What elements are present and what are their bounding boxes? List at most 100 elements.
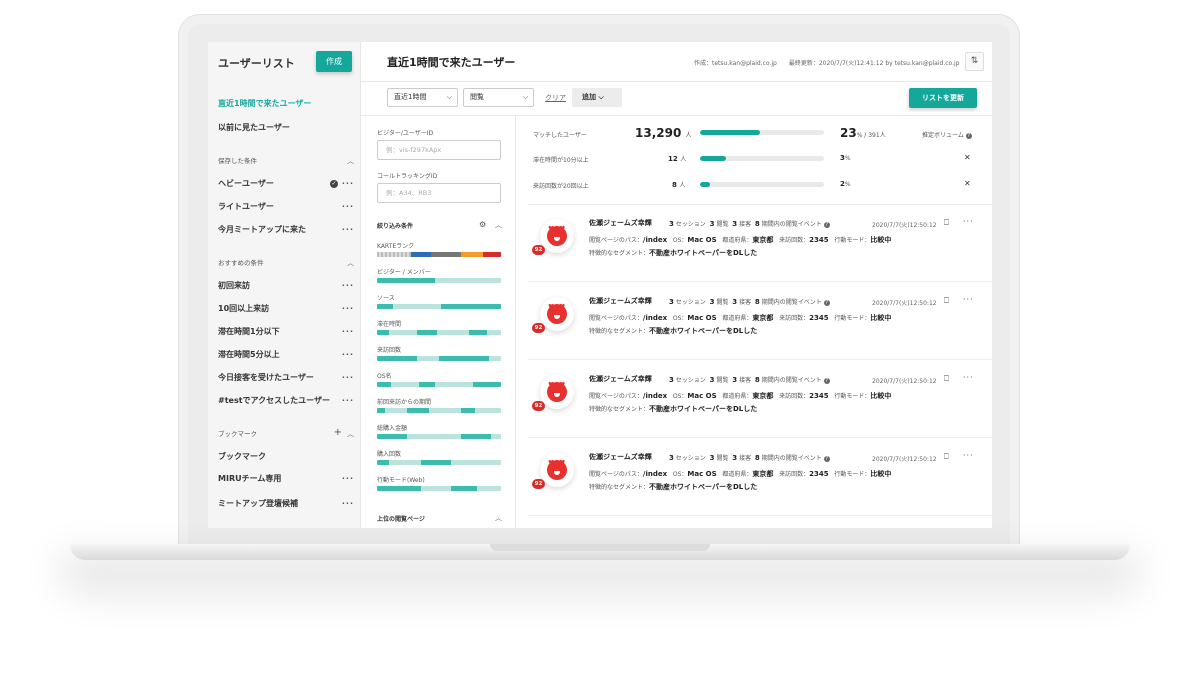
user-details: 閲覧ページのパス：/index OS：Mac OS 都道府県：東京都 来訪回数：… <box>589 469 891 479</box>
more-icon[interactable]: ··· <box>342 349 354 361</box>
visitor-member-bar[interactable] <box>377 278 501 283</box>
more-icon[interactable]: ··· <box>342 395 354 407</box>
more-icon[interactable]: ··· <box>342 498 354 510</box>
behavior-mode-bar[interactable] <box>377 486 501 491</box>
more-icon[interactable]: ··· <box>963 373 974 382</box>
info-icon[interactable]: ? <box>823 221 830 228</box>
more-icon[interactable]: ··· <box>342 224 354 236</box>
filter-label: 前回来訪からの期間 <box>377 399 432 406</box>
bookmark-icon[interactable]: ⎕ <box>944 296 949 306</box>
chevron-up-icon[interactable]: ︿ <box>495 220 502 230</box>
total-purchase-bar[interactable] <box>377 434 501 439</box>
type-select[interactable]: 閲覧 ⌵ <box>463 88 534 107</box>
sidebar-item-test-access[interactable]: #testでアクセスしたユーザー ··· <box>218 395 354 407</box>
sidebar-item-contacted-today[interactable]: 今日接客を受けたユーザー ··· <box>218 372 354 384</box>
source-bar[interactable] <box>377 304 501 309</box>
user-card[interactable]: ♥ ♥ 92 佐瀬ジェームズ幸輝 3 セッション 3 閲覧 3 接客 8 期間内… <box>528 361 992 438</box>
user-card[interactable]: ♥ ♥ 92 佐瀬ジェームズ幸輝 3 セッション 3 閲覧 3 接客 8 期間内… <box>528 439 992 516</box>
karte-rank-bar[interactable] <box>377 252 501 257</box>
sidebar-item-recent-hour[interactable]: 直近1時間で来たユーザー <box>218 98 354 110</box>
close-icon[interactable]: ✕ <box>964 153 971 162</box>
since-last-visit-bar[interactable] <box>377 408 501 413</box>
more-icon[interactable]: ··· <box>963 451 974 460</box>
saved-section-header[interactable]: 保存した条件 ︿ <box>218 156 354 166</box>
pref-value: 東京都 <box>752 392 774 400</box>
sidebar-item-stay-5min[interactable]: 滞在時間5分以上 ··· <box>218 349 354 361</box>
plus-icon[interactable]: + <box>334 428 342 438</box>
sidebar-item-stay-1min[interactable]: 滞在時間1分以下 ··· <box>218 326 354 338</box>
sidebar-item-heavy-user[interactable]: ヘビーユーザー ✓ ··· <box>218 178 354 190</box>
more-icon[interactable]: ··· <box>342 326 354 338</box>
sort-button[interactable]: ⇅ <box>965 52 984 71</box>
sidebar-item-light-user[interactable]: ライトユーザー ··· <box>218 201 354 213</box>
bar-segment <box>377 408 385 413</box>
update-list-button[interactable]: リストを更新 <box>909 88 977 108</box>
sidebar-item-meetup-speaker[interactable]: ミートアップ登壇候補 ··· <box>218 498 354 510</box>
chevron-up-icon[interactable]: ︿ <box>347 429 354 439</box>
more-icon[interactable]: ··· <box>342 473 354 485</box>
bookmark-icon[interactable]: ⎕ <box>944 374 949 384</box>
user-card[interactable]: ♥ ♥ 92 佐瀬ジェームズ幸輝 3 セッション 3 閲覧 3 接客 8 期間内… <box>528 283 992 360</box>
visitor-id-input[interactable]: 例：vis-f297kApx <box>377 140 501 160</box>
sidebar-item-meetup[interactable]: 今月ミートアップに来た ··· <box>218 224 354 236</box>
bar-segment <box>461 252 483 257</box>
user-name[interactable]: 佐瀬ジェームズ幸輝 <box>589 374 652 384</box>
os-bar[interactable] <box>377 382 501 387</box>
user-name[interactable]: 佐瀬ジェームズ幸輝 <box>589 218 652 228</box>
page-title: 直近1時間で来たユーザー <box>387 56 516 69</box>
clear-link[interactable]: クリア <box>545 93 566 103</box>
type-select-value: 閲覧 <box>470 93 484 101</box>
bar-segment <box>441 304 501 309</box>
bookmark-icon[interactable]: ⎕ <box>944 218 949 228</box>
bookmark-section-header[interactable]: ブックマーク + ︿ <box>218 428 354 439</box>
chevron-up-icon[interactable]: ︿ <box>347 258 354 268</box>
sidebar-item-previously-seen[interactable]: 以前に見たユーザー <box>218 122 354 134</box>
user-card[interactable]: ♥ ♥ 92 佐瀬ジェームズ幸輝 3 セッション 3 閲覧 3 接客 8 期間内… <box>528 205 992 282</box>
sidebar-item-first-visit[interactable]: 初回来訪 ··· <box>218 280 354 292</box>
bar-segment <box>469 330 487 335</box>
info-icon[interactable]: ? <box>965 132 972 139</box>
chevron-up-icon[interactable]: ︿ <box>347 156 354 166</box>
info-icon[interactable]: ? <box>823 377 830 384</box>
pref-label: 都道府県： <box>722 471 753 478</box>
more-icon[interactable]: ··· <box>342 372 354 384</box>
sidebar-item-miru-team[interactable]: MIRUチーム専用 ··· <box>218 473 354 485</box>
user-name[interactable]: 佐瀬ジェームズ幸輝 <box>589 452 652 462</box>
heart-icon: ♥ <box>548 459 555 467</box>
stat-row-progress <box>700 156 824 161</box>
call-id-input[interactable]: 例：A34、RB3 <box>377 183 501 203</box>
sidebar-item-10-visits[interactable]: 10回以上来訪 ··· <box>218 303 354 315</box>
visits-label: 来訪回数： <box>779 393 810 400</box>
visits-value: 2345 <box>809 392 829 400</box>
visit-count-bar[interactable] <box>377 356 501 361</box>
filter-label: 滞在時間 <box>377 321 402 328</box>
chevron-up-icon[interactable]: ︿ <box>495 513 502 523</box>
visits-label: 来訪回数： <box>779 237 810 244</box>
info-icon[interactable]: ? <box>823 299 830 306</box>
gear-icon[interactable]: ⚙ <box>479 220 486 229</box>
score-badge: 92 <box>532 245 545 255</box>
last-visit-date: 2020/7/7(火)12:50:12 <box>872 300 937 307</box>
add-button[interactable]: 追加 ⌵ <box>572 88 622 107</box>
close-icon[interactable]: ✕ <box>964 179 971 188</box>
path-label: 閲覧ページのパス： <box>589 237 643 244</box>
more-icon[interactable]: ··· <box>342 201 354 213</box>
segment-label: 特徴的なセグメント： <box>589 328 650 335</box>
create-button[interactable]: 作成 <box>316 51 352 72</box>
stay-time-bar[interactable] <box>377 330 501 335</box>
user-name[interactable]: 佐瀬ジェームズ幸輝 <box>589 296 652 306</box>
sidebar-item-bookmark[interactable]: ブックマーク <box>218 451 354 463</box>
more-icon[interactable]: ··· <box>963 217 974 226</box>
info-icon[interactable]: ? <box>823 455 830 462</box>
stat-row-label: 滞在時間が10分以上 <box>533 157 589 164</box>
last-visit-date: 2020/7/7(火)12:50:12 <box>872 378 937 385</box>
purchase-count-bar[interactable] <box>377 460 501 465</box>
period-select[interactable]: 直近1時間 ⌵ <box>387 88 458 107</box>
more-icon[interactable]: ··· <box>342 280 354 292</box>
more-icon[interactable]: ··· <box>342 303 354 315</box>
mouth-shape <box>554 393 560 397</box>
more-icon[interactable]: ··· <box>963 295 974 304</box>
more-icon[interactable]: ··· <box>342 178 354 190</box>
bookmark-icon[interactable]: ⎕ <box>944 452 949 462</box>
recommended-section-header[interactable]: おすすめの条件 ︿ <box>218 258 354 268</box>
